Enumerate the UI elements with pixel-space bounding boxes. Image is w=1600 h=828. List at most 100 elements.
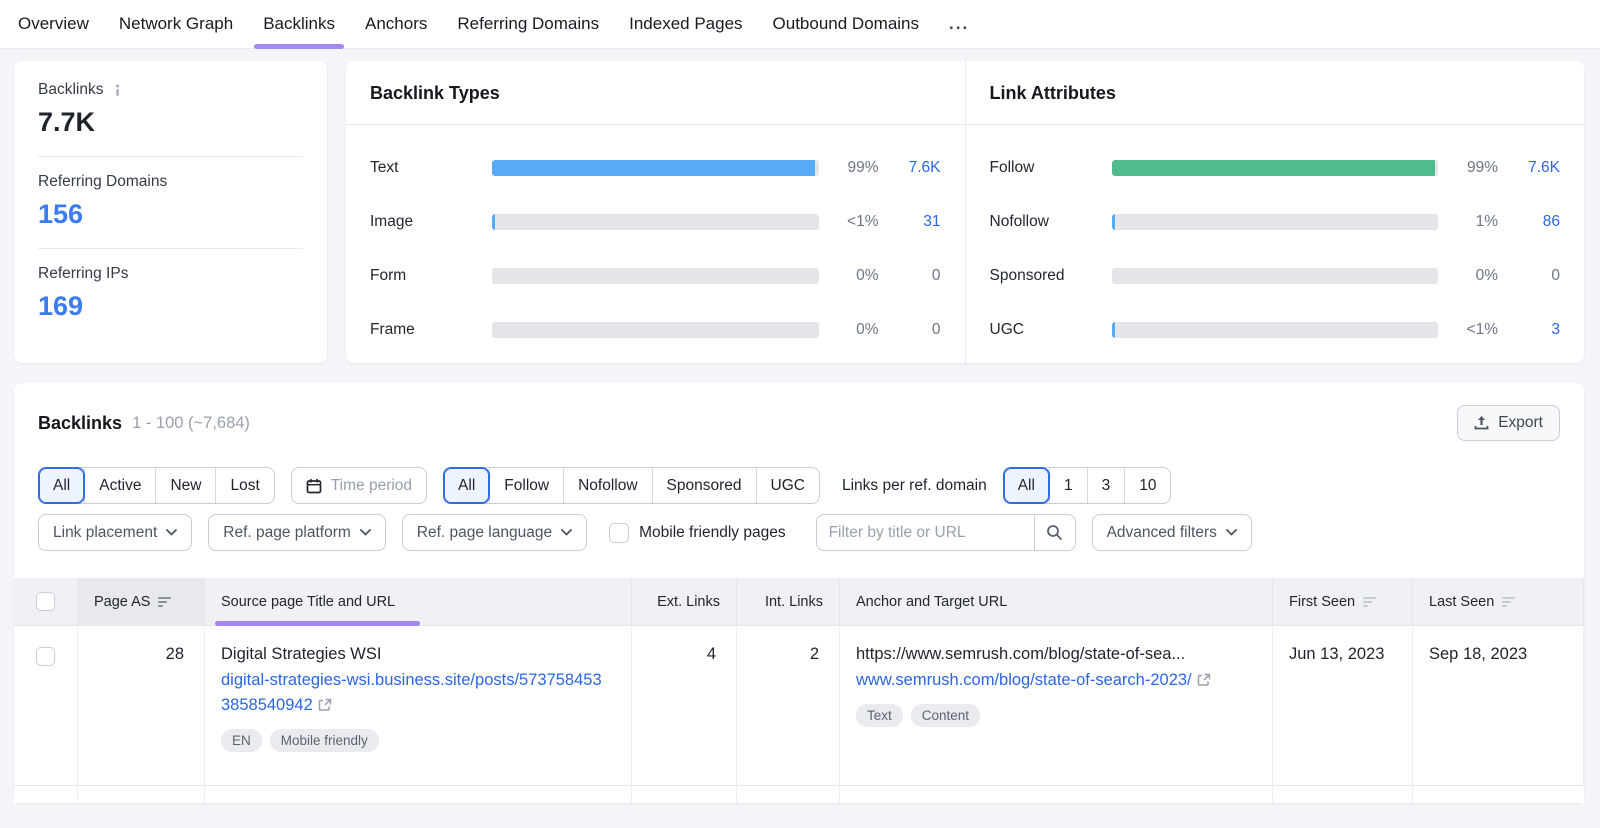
bar-label: Follow	[990, 159, 1098, 177]
follow-filter-follow[interactable]: Follow	[489, 468, 563, 503]
referring-ips-stat-value[interactable]: 169	[38, 291, 303, 322]
row-select-cell	[14, 625, 78, 785]
url-text: www.semrush.com/blog/state-of-search-202…	[856, 671, 1192, 689]
top-navigation: Overview Network Graph Backlinks Anchors…	[0, 0, 1600, 49]
status-filter-active[interactable]: Active	[84, 468, 155, 503]
next-row-partial	[1413, 785, 1584, 803]
search-input[interactable]	[816, 514, 1034, 551]
external-link-icon	[318, 698, 332, 712]
search-icon	[1046, 524, 1063, 541]
next-row-partial	[78, 785, 205, 803]
sort-icon	[1363, 597, 1376, 607]
export-button[interactable]: Export	[1457, 405, 1560, 441]
tab-backlinks[interactable]: Backlinks	[263, 0, 335, 49]
info-icon[interactable]	[111, 84, 124, 97]
sort-icon	[1502, 597, 1515, 607]
bar-percent: 0%	[1452, 267, 1498, 285]
bar-percent: 99%	[1452, 159, 1498, 177]
column-label: Int. Links	[765, 594, 823, 610]
upload-icon	[1474, 415, 1489, 431]
bar-count-link[interactable]: 86	[1512, 213, 1560, 231]
follow-filter-sponsored[interactable]: Sponsored	[652, 468, 756, 503]
link-placement-dropdown[interactable]: Link placement	[38, 514, 192, 551]
tab-indexed-pages[interactable]: Indexed Pages	[629, 0, 742, 49]
next-row-partial	[632, 785, 737, 803]
links-per-domain-10[interactable]: 10	[1124, 468, 1170, 503]
column-header-last-seen[interactable]: Last Seen	[1413, 578, 1584, 625]
nav-more-button[interactable]: ...	[949, 14, 969, 34]
ref-page-language-dropdown[interactable]: Ref. page language	[402, 514, 587, 551]
referring-domains-stat-value[interactable]: 156	[38, 199, 303, 230]
mobile-friendly-filter[interactable]: Mobile friendly pages	[609, 523, 785, 543]
follow-filter-nofollow[interactable]: Nofollow	[563, 468, 651, 503]
bar-count-link[interactable]: 7.6K	[893, 159, 941, 177]
bar-fill	[492, 160, 815, 176]
next-row-partial	[1273, 785, 1413, 803]
divider	[38, 156, 303, 157]
source-page-url-link[interactable]: digital-strategies-wsi.business.site/pos…	[221, 668, 606, 718]
column-header-first-seen[interactable]: First Seen	[1273, 578, 1413, 625]
follow-filter-ugc[interactable]: UGC	[756, 468, 819, 503]
links-per-domain-1[interactable]: 1	[1049, 468, 1087, 503]
column-header-ext-links[interactable]: Ext. Links	[632, 578, 737, 625]
column-header-page-as[interactable]: Page AS	[78, 578, 205, 625]
bar-percent: 0%	[833, 267, 879, 285]
links-per-domain-3[interactable]: 3	[1087, 468, 1125, 503]
select-all-checkbox[interactable]	[36, 592, 55, 611]
column-label: Ext. Links	[657, 594, 720, 610]
anchor-cell: https://www.semrush.com/blog/state-of-se…	[840, 625, 1273, 785]
export-label: Export	[1498, 414, 1543, 432]
active-tab-underline	[254, 44, 344, 49]
links-per-domain-all[interactable]: All	[1004, 468, 1049, 503]
tab-referring-domains[interactable]: Referring Domains	[457, 0, 599, 49]
tab-anchors[interactable]: Anchors	[365, 0, 427, 49]
next-row-partial	[840, 785, 1273, 803]
advanced-filters-label: Advanced filters	[1107, 524, 1217, 542]
filter-row-secondary: Link placement Ref. page platform Ref. p…	[14, 514, 1584, 551]
bar-track	[492, 322, 819, 338]
tab-network-graph[interactable]: Network Graph	[119, 0, 233, 49]
bar-label: Text	[370, 159, 478, 177]
column-header-source[interactable]: Source page Title and URL	[205, 578, 632, 625]
column-header-anchor[interactable]: Anchor and Target URL	[840, 578, 1273, 625]
row-checkbox[interactable]	[36, 647, 55, 666]
source-column-underline	[215, 621, 420, 626]
tab-outbound-domains[interactable]: Outbound Domains	[773, 0, 919, 49]
bar-count-link[interactable]: 31	[893, 213, 941, 231]
status-filter-lost[interactable]: Lost	[215, 468, 273, 503]
chevron-down-icon	[561, 529, 572, 536]
bar-track	[1112, 160, 1439, 176]
follow-filter-group: All Follow Nofollow Sponsored UGC	[443, 467, 820, 504]
bar-count-link[interactable]: 7.6K	[1512, 159, 1560, 177]
status-filter-all[interactable]: All	[39, 468, 84, 503]
link-type-badge: Text	[856, 704, 903, 727]
referring-ips-stat-label: Referring IPs	[38, 265, 303, 283]
bar-row-frame: Frame 0% 0	[370, 321, 941, 339]
bar-label: Sponsored	[990, 267, 1098, 285]
tab-overview[interactable]: Overview	[18, 0, 89, 49]
first-seen-cell: Jun 13, 2023	[1273, 625, 1413, 785]
bar-count-link[interactable]: 3	[1512, 321, 1560, 339]
bar-track	[1112, 322, 1439, 338]
ref-page-platform-dropdown[interactable]: Ref. page platform	[208, 514, 386, 551]
bar-percent: <1%	[1452, 321, 1498, 339]
chevron-down-icon	[1226, 529, 1237, 536]
mobile-friendly-checkbox[interactable]	[609, 523, 629, 543]
target-url-link[interactable]: www.semrush.com/blog/state-of-search-202…	[856, 668, 1246, 693]
advanced-filters-dropdown[interactable]: Advanced filters	[1092, 514, 1252, 551]
ref-page-language-label: Ref. page language	[417, 524, 552, 542]
next-row-partial	[14, 785, 78, 803]
bar-row-nofollow: Nofollow 1% 86	[990, 213, 1561, 231]
column-header-int-links[interactable]: Int. Links	[737, 578, 840, 625]
bar-row-text: Text 99% 7.6K	[370, 159, 941, 177]
status-filter-new[interactable]: New	[155, 468, 215, 503]
mobile-friendly-badge: Mobile friendly	[270, 729, 379, 752]
time-period-button[interactable]: Time period	[291, 467, 427, 504]
charts-card: Backlink Types Text 99% 7.6K Image <1% 3…	[346, 61, 1584, 363]
anchor-text: https://www.semrush.com/blog/state-of-se…	[856, 645, 1256, 664]
backlinks-stat-value: 7.7K	[38, 107, 303, 138]
search-button[interactable]	[1034, 514, 1076, 551]
url-text: digital-strategies-wsi.business.site/pos…	[221, 671, 602, 714]
link-attributes-title: Link Attributes	[966, 61, 1585, 125]
follow-filter-all[interactable]: All	[444, 468, 489, 503]
